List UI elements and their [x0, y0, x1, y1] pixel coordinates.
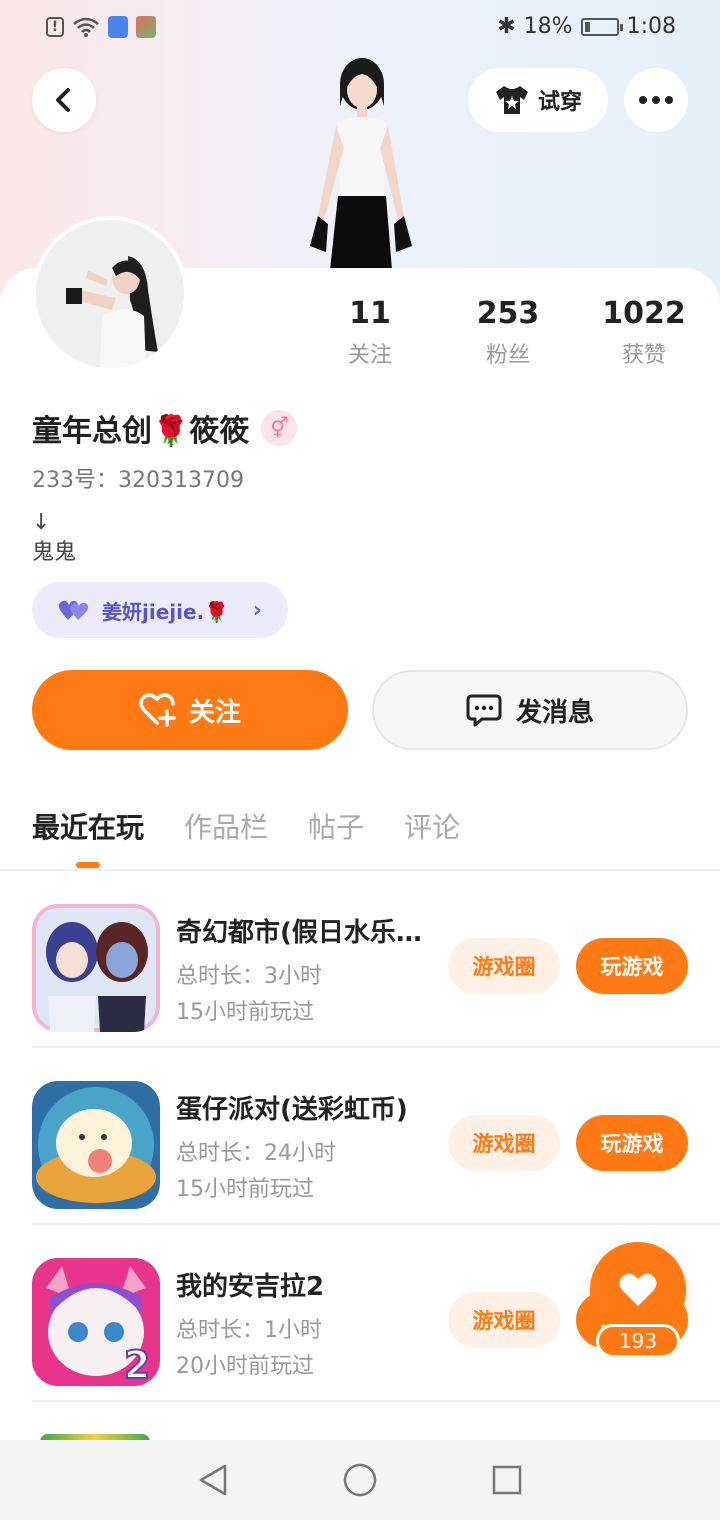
heart-icon [619, 1273, 657, 1306]
divider [32, 1400, 720, 1402]
game-last-played: 20小时前玩过 [176, 1354, 314, 1379]
game-list-item[interactable]: 蛋仔派对(送彩虹币) 总时长：24小时 15小时前玩过 游戏圈 玩游戏 [32, 1049, 720, 1225]
battery-fill [584, 21, 590, 32]
game-circle-button[interactable]: 游戏圈 [448, 1292, 560, 1348]
follow-label: 关注 [188, 697, 241, 728]
game-title: 我的安吉拉2 [176, 1272, 325, 1302]
square-recents-icon [492, 1465, 521, 1495]
avatar-image [36, 220, 184, 368]
tshirt-icon [495, 86, 528, 114]
game-last-played: 15小时前玩过 [176, 1177, 314, 1202]
best-friend-chip[interactable]: 姜妍jiejie.🌹 › [32, 582, 288, 638]
tab-recently-played[interactable]: 最近在玩 [32, 806, 144, 866]
triangle-back-icon [200, 1464, 227, 1496]
try-on-label: 试穿 [537, 90, 582, 115]
divider [32, 1046, 720, 1048]
game-circle-button[interactable]: 游戏圈 [448, 1115, 560, 1171]
bio-line: 鬼鬼 [32, 540, 77, 565]
stat-following[interactable]: 11 关注 [300, 296, 440, 369]
more-dot [652, 96, 660, 104]
game-last-played: 15小时前玩过 [176, 1000, 314, 1025]
user-id: 233号：320313709 [32, 468, 244, 493]
stat-value: 253 [476, 296, 540, 331]
game-title: 奇幻都市(假日水乐… [176, 918, 422, 948]
nav-home-button[interactable] [340, 1460, 380, 1500]
tab-comments[interactable]: 评论 [404, 806, 460, 866]
app-notification-icon [136, 16, 156, 38]
play-game-button[interactable]: 玩游戏 [576, 938, 688, 994]
game-icon-image: 2 [32, 1258, 160, 1386]
game-icon [32, 904, 160, 1032]
status-bar: ! ✱ 18% 1:08 [0, 0, 720, 56]
profile-avatar[interactable] [32, 216, 188, 372]
profile-nickname: 童年总创🌹筱筱 ⚥ [32, 406, 298, 450]
stat-label: 获赞 [621, 343, 666, 368]
battery-icon [580, 17, 623, 36]
svg-text:2: 2 [124, 1343, 150, 1386]
back-button[interactable] [32, 68, 96, 132]
try-on-button[interactable]: 试穿 [468, 68, 608, 132]
shield-app-icon [108, 16, 128, 38]
gender-icon: ⚥ [261, 410, 298, 446]
profile-stats: 11 关注 253 粉丝 1022 获赞 [300, 296, 720, 376]
chat-bubble-icon [466, 694, 502, 727]
alert-icon: ! [46, 17, 64, 37]
chevron-right-icon: › [252, 597, 262, 623]
like-count-badge: 193 [596, 1324, 680, 1358]
bio-line: ↓ [32, 510, 51, 535]
nav-recents-button[interactable] [487, 1460, 527, 1500]
more-dot [639, 96, 647, 104]
friend-name: 姜妍jiejie.🌹 [102, 599, 230, 624]
game-icon-image [32, 904, 160, 1032]
follow-button[interactable]: 关注 [32, 670, 348, 750]
avatar-3d-figure [310, 58, 412, 270]
bluetooth-icon: ✱ [497, 14, 516, 39]
send-message-label: 发消息 [515, 697, 594, 728]
tab-posts[interactable]: 帖子 [308, 806, 364, 866]
tab-works[interactable]: 作品栏 [184, 806, 268, 866]
stat-label: 关注 [347, 343, 392, 368]
send-message-button[interactable]: 发消息 [372, 670, 688, 750]
game-circle-button[interactable]: 游戏圈 [448, 938, 560, 994]
stat-likes[interactable]: 1022 获赞 [574, 296, 714, 369]
stat-value: 11 [349, 296, 391, 331]
battery-percent: 18% [523, 14, 573, 39]
more-dot [665, 96, 673, 104]
circle-home-icon [343, 1463, 377, 1497]
heart-plus-icon [139, 693, 176, 727]
game-icon [32, 1081, 160, 1209]
nickname-text: 童年总创🌹筱筱 [32, 414, 250, 449]
game-total-duration: 总时长：24小时 [176, 1141, 336, 1166]
game-total-duration: 总时长：1小时 [176, 1318, 322, 1343]
double-heart-icon [59, 600, 89, 620]
profile-tabs: 最近在玩 作品栏 帖子 评论 [32, 806, 460, 866]
game-list-item[interactable]: 奇幻都市(假日水乐… 总时长：3小时 15小时前玩过 游戏圈 玩游戏 [32, 872, 720, 1048]
game-title: 蛋仔派对(送彩虹币) [176, 1095, 408, 1125]
stat-followers[interactable]: 253 粉丝 [438, 296, 578, 369]
system-navigation-bar [0, 1440, 720, 1520]
game-total-duration: 总时长：3小时 [176, 964, 322, 989]
more-options-button[interactable] [624, 68, 688, 132]
status-right: ✱ 18% 1:08 [497, 14, 676, 39]
profile-bio: ↓ 鬼鬼 [32, 508, 76, 568]
nav-back-button[interactable] [193, 1460, 233, 1500]
stat-label: 粉丝 [485, 343, 530, 368]
wifi-icon [73, 17, 99, 37]
stat-value: 1022 [602, 296, 686, 331]
clock: 1:08 [626, 14, 676, 39]
play-game-button[interactable]: 玩游戏 [576, 1115, 688, 1171]
divider [0, 869, 720, 871]
status-left-icons: ! [46, 16, 156, 38]
back-arrow-icon [56, 88, 70, 112]
divider [32, 1223, 720, 1225]
game-icon: 2 [32, 1258, 160, 1386]
game-icon-image [32, 1081, 160, 1209]
